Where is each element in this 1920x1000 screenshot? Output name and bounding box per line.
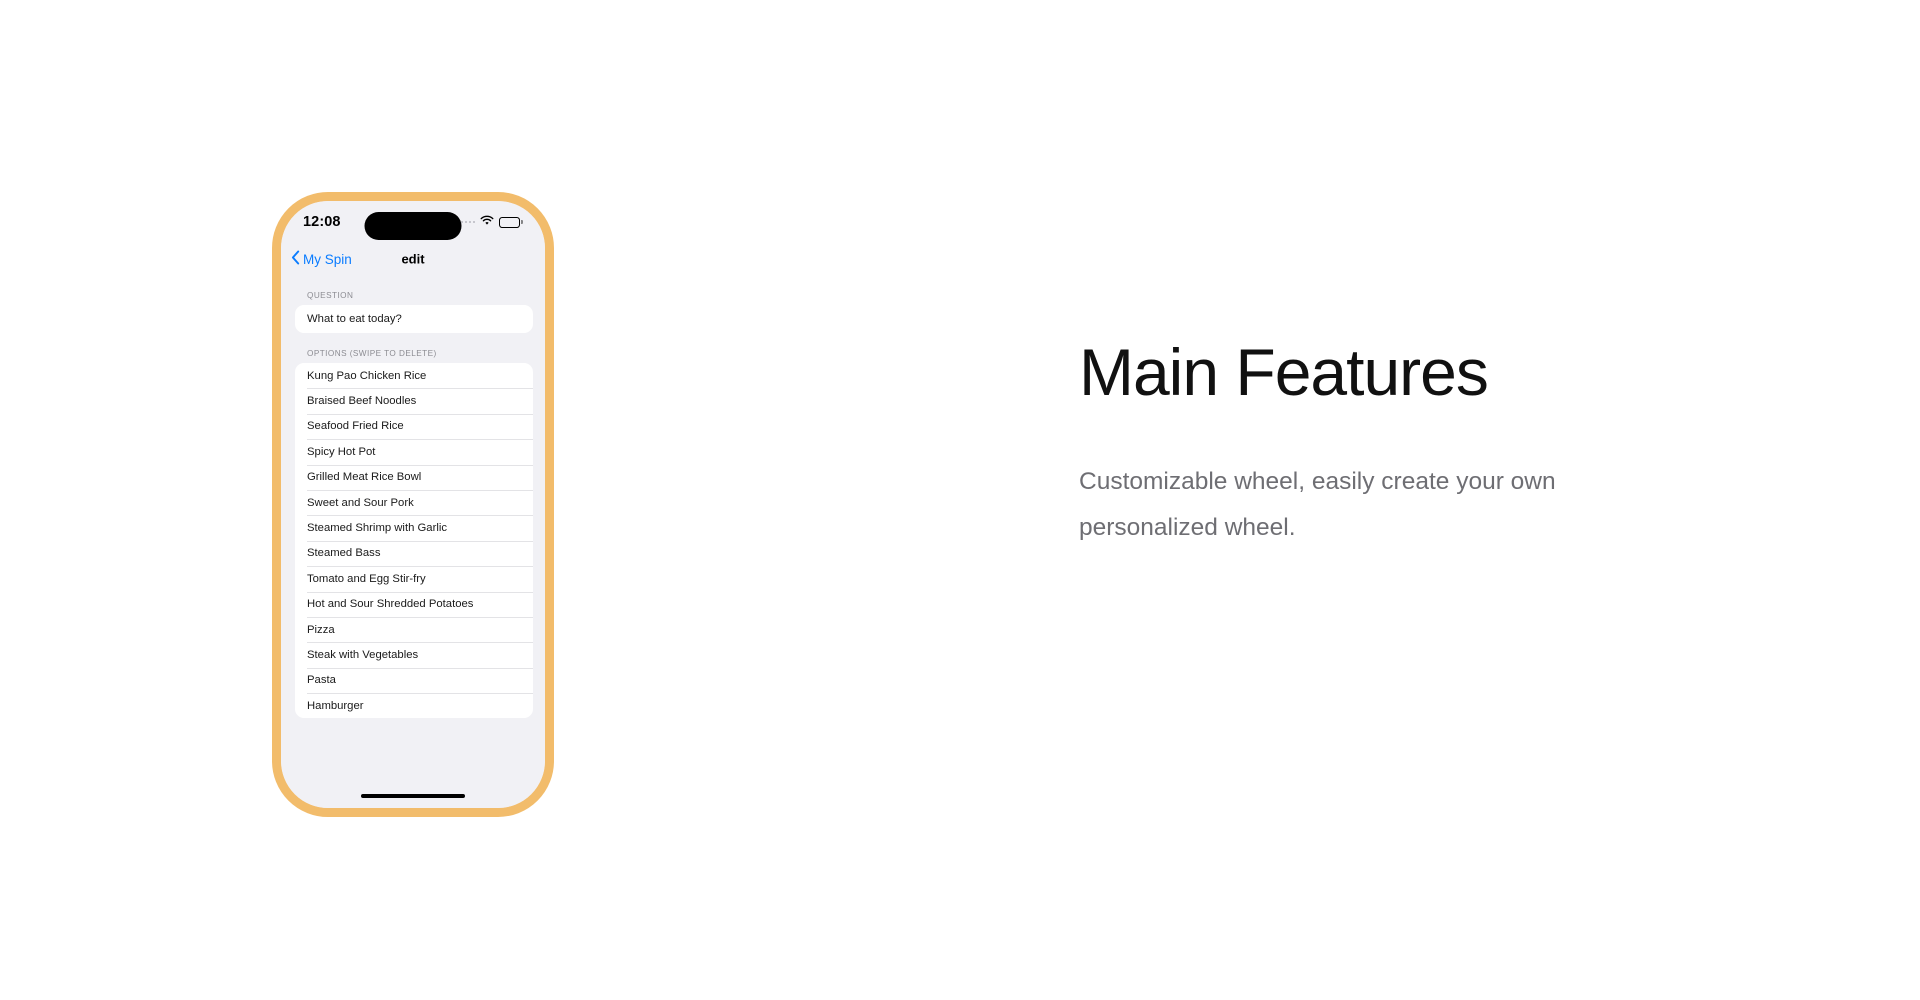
back-button-label: My Spin [303,251,352,267]
option-label: Steamed Shrimp with Garlic [307,522,448,535]
option-label: Seafood Fried Rice [307,420,404,433]
option-label: Steamed Bass [307,547,381,560]
option-label: Pasta [307,674,336,687]
question-value: What to eat today? [307,313,402,325]
list-item[interactable]: Seafood Fried Rice [295,413,533,439]
list-item[interactable]: Pizza [295,616,533,642]
settings-list[interactable]: QUESTION What to eat today? OPTIONS (SWI… [281,275,545,808]
list-item[interactable]: Pasta [295,667,533,693]
chevron-left-icon [291,250,300,268]
section-header-options: OPTIONS (SWIPE TO DELETE) [307,349,437,358]
phone-mockup: 12:08 My Spin edit QUESTION What to eat … [272,192,554,817]
section-header-question: QUESTION [307,291,354,300]
question-card: What to eat today? [295,305,533,333]
list-item[interactable]: Hot and Sour Shredded Potatoes [295,591,533,617]
list-item[interactable]: Tomato and Egg Stir-fry [295,566,533,591]
slide-canvas: 12:08 My Spin edit QUESTION What to eat … [0,0,1920,1000]
option-label: Spicy Hot Pot [307,445,376,458]
list-item[interactable]: Hamburger [295,693,533,718]
status-icons [460,213,523,231]
option-label: Tomato and Egg Stir-fry [307,572,426,585]
option-label: Kung Pao Chicken Rice [307,369,427,382]
option-label: Sweet and Sour Pork [307,496,414,509]
option-label: Hot and Sour Shredded Potatoes [307,598,474,611]
status-time: 12:08 [303,214,341,230]
list-item[interactable]: Grilled Meat Rice Bowl [295,464,533,490]
list-item[interactable]: Steamed Bass [295,540,533,566]
headline: Main Features [1079,335,1489,409]
option-label: Pizza [307,623,335,636]
feature-copy-block: Main Features Customizable wheel, easily… [1079,335,1779,551]
signal-dots-icon [460,220,476,224]
list-item[interactable]: Spicy Hot Pot [295,439,533,464]
wifi-icon [480,213,494,231]
list-item[interactable]: Braised Beef Noodles [295,388,533,413]
list-item[interactable]: Sweet and Sour Pork [295,489,533,515]
option-label: Grilled Meat Rice Bowl [307,471,422,484]
battery-icon [499,216,523,228]
page-title: edit [401,251,425,267]
option-label: Hamburger [307,699,364,712]
back-button[interactable]: My Spin [291,250,352,268]
dynamic-island [364,212,462,240]
option-label: Braised Beef Noodles [307,395,417,408]
list-item[interactable]: Steamed Shrimp with Garlic [295,515,533,540]
option-label: Steak with Vegetables [307,648,419,661]
navigation-bar: My Spin edit [281,243,545,275]
options-card: Kung Pao Chicken Rice Braised Beef Noodl… [295,363,533,719]
list-item[interactable]: Kung Pao Chicken Rice [295,363,533,388]
list-item[interactable]: Steak with Vegetables [295,642,533,667]
status-bar: 12:08 [281,201,545,243]
home-indicator[interactable] [361,794,465,798]
subheadline: Customizable wheel, easily create your o… [1079,468,1556,542]
phone-screen: 12:08 My Spin edit QUESTION What to eat … [281,201,545,808]
question-field[interactable]: What to eat today? [295,305,533,333]
